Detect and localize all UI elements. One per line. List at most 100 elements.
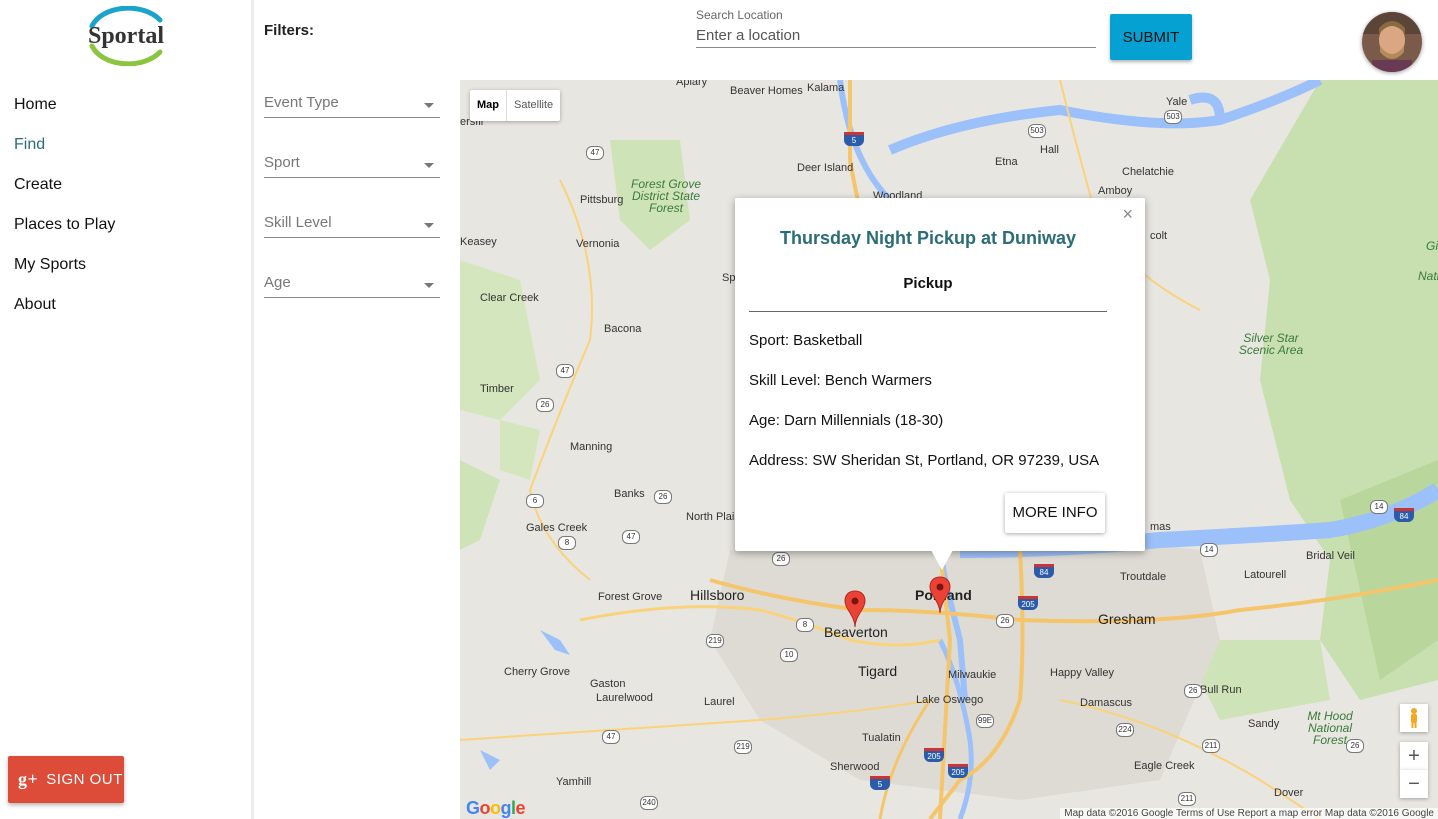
- interstate-shield: 84: [1034, 564, 1054, 578]
- place-label: Sandy: [1248, 718, 1280, 730]
- place-label: Laurelwood: [596, 692, 653, 704]
- dropdown-arrow-icon: [424, 163, 434, 168]
- place-label: Deer Island: [797, 162, 854, 174]
- place-label: Beaver Homes: [730, 85, 803, 97]
- event-title: Thursday Night Pickup at Duniway: [779, 228, 1077, 248]
- road-shield: 99E: [976, 714, 994, 728]
- silver-star-scenic-area-label: Silver Star Scenic Area: [1238, 331, 1304, 357]
- event-skill-level: Skill Level: Bench Warmers: [749, 372, 932, 389]
- event-marker[interactable]: [844, 590, 866, 628]
- sign-out-button[interactable]: g+ SIGN OUT: [8, 756, 124, 803]
- place-label: Banks: [614, 488, 645, 500]
- place-label: Sherwood: [830, 761, 880, 773]
- place-label: Clear Creek: [480, 292, 539, 304]
- sidebar-item-create[interactable]: Create: [14, 172, 115, 212]
- road-shield: 8: [558, 536, 576, 550]
- place-label: Amboy: [1098, 185, 1133, 197]
- map-attribution[interactable]: Map data ©2016 Google Terms of Use Repor…: [1060, 808, 1438, 819]
- search-location-input[interactable]: [696, 24, 1096, 48]
- road-shield: 503: [1028, 124, 1046, 138]
- place-label: Forest Grove: [598, 591, 663, 603]
- event-address: Address: SW Sheridan St, Portland, OR 97…: [749, 452, 1100, 469]
- skill-level-select[interactable]: Skill Level: [264, 214, 440, 238]
- road-shield: 8: [796, 618, 814, 632]
- event-type: Pickup: [903, 275, 953, 292]
- interstate-shield: 84: [1394, 508, 1414, 522]
- place-label: Tigard: [858, 663, 898, 679]
- map-type-control: Map Satellite: [470, 90, 561, 121]
- search-location: Search Location: [696, 8, 1096, 48]
- sidebar-item-about[interactable]: About: [14, 292, 115, 332]
- road-shield: 224: [1116, 723, 1134, 737]
- place-label: Eagle Creek: [1134, 760, 1195, 772]
- search-location-label: Search Location: [696, 8, 783, 22]
- place-label: Gaston: [590, 678, 626, 690]
- sidebar-item-find[interactable]: Find: [14, 132, 115, 172]
- road-shield: 211: [1202, 739, 1220, 753]
- submit-button[interactable]: SUBMIT: [1110, 14, 1192, 60]
- place-label: Kalama: [807, 82, 845, 94]
- interstate-shield: 5: [844, 132, 864, 146]
- google-logo: Google: [466, 798, 526, 818]
- place-label: Chelatchie: [1122, 166, 1174, 178]
- place-label: Bacona: [604, 323, 642, 335]
- sidebar-item-my-sports[interactable]: My Sports: [14, 252, 115, 292]
- place-label: Dover: [1274, 787, 1304, 799]
- sidebar-item-places-to-play[interactable]: Places to Play: [14, 212, 115, 252]
- place-label: mas: [1150, 521, 1171, 533]
- google-plus-icon: g+: [18, 769, 39, 789]
- place-label: Troutdale: [1120, 571, 1167, 583]
- road-shield: 26: [536, 398, 554, 412]
- zoom-in-button[interactable]: +: [1400, 742, 1428, 770]
- place-label: Manning: [570, 441, 613, 453]
- event-type-select[interactable]: Event Type: [264, 94, 440, 118]
- place-label: Happy Valley: [1050, 667, 1114, 679]
- road-shield: 26: [996, 614, 1014, 628]
- road-shield: 219: [706, 634, 724, 648]
- place-label: North Plai: [686, 511, 735, 523]
- map-type-satellite-button[interactable]: Satellite: [506, 90, 560, 121]
- place-label: Lake Oswego: [916, 694, 984, 706]
- event-info-window: × Thursday Night Pickup at Duniway Picku…: [735, 198, 1145, 570]
- sport-label: Sport: [264, 154, 300, 171]
- age-select[interactable]: Age: [264, 274, 440, 298]
- place-label: colt: [1150, 230, 1168, 242]
- place-label: Apiary: [676, 80, 708, 88]
- event-marker-selected[interactable]: [929, 576, 951, 614]
- place-label: Vernonia: [576, 238, 620, 250]
- map-type-map-button[interactable]: Map: [470, 90, 506, 121]
- avatar[interactable]: [1362, 12, 1422, 72]
- place-label: Gales Creek: [526, 522, 588, 534]
- sidebar-nav: Home Find Create Places to Play My Sport…: [14, 92, 115, 332]
- place-label: Gresham: [1098, 611, 1156, 627]
- interstate-shield: 205: [1018, 596, 1038, 610]
- road-shield: 14: [1200, 543, 1218, 557]
- dropdown-arrow-icon: [424, 223, 434, 228]
- road-shield: 240: [640, 796, 658, 810]
- zoom-out-button[interactable]: −: [1400, 770, 1428, 798]
- sport-select[interactable]: Sport: [264, 154, 440, 178]
- road-shield: 14: [1370, 500, 1388, 514]
- road-shield: 47: [622, 530, 640, 544]
- street-view-pegman-icon[interactable]: [1400, 704, 1428, 732]
- place-label: Hall: [1040, 144, 1059, 156]
- place-label: Tualatin: [862, 732, 901, 744]
- place-label: Latourell: [1244, 569, 1287, 581]
- dropdown-arrow-icon: [424, 103, 434, 108]
- road-shield: 26: [772, 552, 790, 566]
- road-shield: 10: [780, 648, 798, 662]
- place-label: Damascus: [1080, 697, 1132, 709]
- road-shield: 26: [1346, 739, 1364, 753]
- sportal-logo[interactable]: Sportal: [78, 5, 174, 67]
- road-shield: 47: [586, 146, 604, 160]
- interstate-shield: 205: [924, 748, 944, 762]
- event-type-label: Event Type: [264, 94, 339, 111]
- more-info-button[interactable]: MORE INFO: [1005, 493, 1105, 533]
- road-shield: 6: [526, 494, 544, 508]
- close-icon[interactable]: ×: [1122, 204, 1133, 225]
- interstate-shield: 205: [948, 764, 968, 778]
- place-label: Bridal Veil: [1306, 550, 1355, 562]
- place-label: Timber: [480, 383, 514, 395]
- sidebar-item-home[interactable]: Home: [14, 92, 115, 132]
- event-sport: Sport: Basketball: [749, 332, 863, 349]
